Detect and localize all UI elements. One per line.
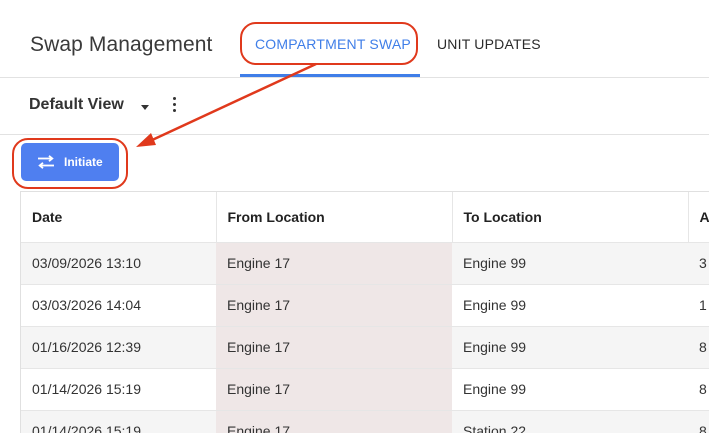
cell-to-location: Engine 99 bbox=[452, 326, 688, 369]
cell-truncated: 3 bbox=[688, 242, 709, 285]
header-bar: Swap Management COMPARTMENT SWAP UNIT UP… bbox=[0, 0, 709, 78]
cell-from-location: Engine 17 bbox=[216, 242, 452, 285]
cell-date: 03/09/2026 13:10 bbox=[21, 242, 216, 285]
cell-from-location: Engine 17 bbox=[216, 284, 452, 327]
cell-from-location: Engine 17 bbox=[216, 410, 452, 433]
swap-arrows-icon bbox=[38, 155, 54, 169]
cell-truncated: 8 bbox=[688, 410, 709, 433]
cell-to-location: Engine 99 bbox=[452, 368, 688, 411]
table-row[interactable]: 01/14/2026 15:19 Engine 17 Engine 99 8 bbox=[21, 368, 709, 411]
caret-down-icon[interactable] bbox=[141, 105, 149, 110]
cell-truncated: 8 bbox=[688, 368, 709, 411]
cell-date: 01/16/2026 12:39 bbox=[21, 326, 216, 369]
cell-date: 01/14/2026 15:19 bbox=[21, 410, 216, 433]
cell-from-location: Engine 17 bbox=[216, 368, 452, 411]
column-header-date[interactable]: Date bbox=[21, 192, 217, 243]
table-header-row: Date From Location To Location As bbox=[21, 192, 709, 243]
cell-truncated: 8 bbox=[688, 326, 709, 369]
cell-to-location: Engine 99 bbox=[452, 284, 688, 327]
cell-to-location: Engine 99 bbox=[452, 242, 688, 285]
initiate-button[interactable]: Initiate bbox=[21, 143, 119, 181]
column-header-truncated[interactable]: As bbox=[688, 192, 709, 243]
page-title: Swap Management bbox=[30, 33, 213, 56]
kebab-menu-icon[interactable] bbox=[172, 97, 178, 115]
view-toolbar: Default View bbox=[0, 78, 709, 135]
tab-unit-updates[interactable]: UNIT UPDATES bbox=[437, 36, 541, 52]
cell-truncated: 1 bbox=[688, 284, 709, 327]
table-row[interactable]: 03/03/2026 14:04 Engine 17 Engine 99 1 bbox=[21, 284, 709, 327]
cell-date: 03/03/2026 14:04 bbox=[21, 284, 216, 327]
cell-date: 01/14/2026 15:19 bbox=[21, 368, 216, 411]
cell-to-location: Station 22 bbox=[452, 410, 688, 433]
view-selector[interactable]: Default View bbox=[29, 96, 124, 114]
column-header-to-location[interactable]: To Location bbox=[452, 192, 689, 243]
column-header-from-location[interactable]: From Location bbox=[216, 192, 453, 243]
table-row[interactable]: 01/14/2026 15:19 Engine 17 Station 22 8 bbox=[21, 410, 709, 433]
swap-table: Date From Location To Location As 03/09/… bbox=[20, 191, 709, 433]
table-row[interactable]: 01/16/2026 12:39 Engine 17 Engine 99 8 bbox=[21, 326, 709, 369]
tab-compartment-swap[interactable]: COMPARTMENT SWAP bbox=[255, 36, 411, 52]
table-row[interactable]: 03/09/2026 13:10 Engine 17 Engine 99 3 bbox=[21, 242, 709, 285]
initiate-button-label: Initiate bbox=[64, 155, 103, 169]
active-tab-indicator bbox=[240, 74, 420, 77]
cell-from-location: Engine 17 bbox=[216, 326, 452, 369]
